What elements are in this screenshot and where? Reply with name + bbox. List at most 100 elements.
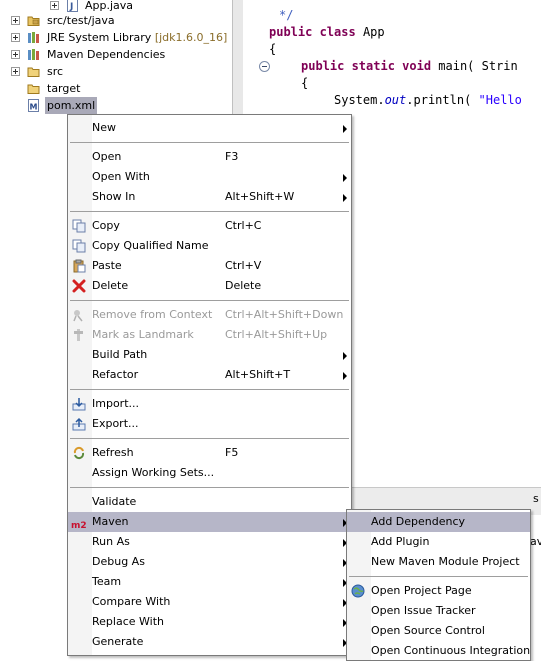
collapse-icon[interactable] (259, 61, 270, 72)
menu-item-replace-with[interactable]: Replace With (68, 612, 351, 632)
tree-item-label: JRE System Library (47, 31, 152, 44)
menu-separator (70, 211, 349, 212)
copy-icon (72, 219, 86, 233)
menu-item-delete[interactable]: Delete Delete (68, 276, 351, 296)
paste-icon (73, 259, 86, 273)
menu-label: Delete (92, 279, 129, 292)
menu-item-open-source-control[interactable]: Open Source Control (347, 621, 530, 641)
menu-label: Add Plugin (371, 535, 430, 548)
menu-label: Team (92, 575, 122, 588)
menu-item-copy[interactable]: Copy Ctrl+C (68, 216, 351, 236)
library-icon (28, 32, 39, 43)
code-comment-end: */ (279, 8, 294, 22)
code-keyword: public static void (301, 59, 432, 73)
menu-label: Add Dependency (371, 515, 466, 528)
tree-item-label: target (47, 82, 81, 95)
menu-item-show-in[interactable]: Show In Alt+Shift+W (68, 187, 351, 207)
tree-item-target[interactable]: target (0, 80, 232, 97)
jdk-version-decoration: [jdk1.6.0_16] (154, 31, 228, 44)
menu-label: Run As (92, 535, 130, 548)
expand-icon[interactable] (50, 1, 59, 10)
import-icon (72, 398, 86, 411)
package-folder-icon (27, 16, 40, 26)
menu-item-compare-with[interactable]: Compare With (68, 592, 351, 612)
tree-item-src-test-java[interactable]: src/test/java (0, 12, 232, 29)
menu-label: Replace With (92, 615, 164, 628)
menu-label: Debug As (92, 555, 145, 568)
menu-item-copy-qualified-name[interactable]: Copy Qualified Name (68, 236, 351, 256)
menu-item-maven[interactable]: m2 Maven (68, 512, 351, 532)
menu-item-assign-working-sets[interactable]: Assign Working Sets... (68, 463, 351, 483)
menu-label: Generate (92, 635, 144, 648)
menu-accelerator: Ctrl+Alt+Shift+Down (225, 308, 344, 321)
expand-icon[interactable] (11, 33, 20, 42)
menu-item-validate[interactable]: Validate (68, 492, 351, 512)
code-println-call: .println( (406, 93, 479, 107)
menu-item-add-dependency[interactable]: Add Dependency (347, 512, 530, 532)
menu-label: Remove from Context (92, 308, 213, 321)
maven-submenu: Add Dependency Add Plugin New Maven Modu… (346, 509, 531, 661)
menu-label: Open Issue Tracker (371, 604, 476, 617)
menu-item-paste[interactable]: Paste Ctrl+V (68, 256, 351, 276)
menu-item-open-project-page[interactable]: Open Project Page (347, 581, 530, 601)
menu-item-open[interactable]: Open F3 (68, 147, 351, 167)
folder-icon (27, 84, 40, 94)
expand-icon[interactable] (11, 50, 20, 59)
menu-separator (70, 389, 349, 390)
menu-item-add-plugin[interactable]: Add Plugin (347, 532, 530, 552)
menu-item-debug-as[interactable]: Debug As (68, 552, 351, 572)
menu-label: Open Continuous Integration (371, 644, 531, 657)
context-menu: New Open F3 Open With Show In Alt+Shift+… (67, 114, 352, 656)
menu-label: Refactor (92, 368, 139, 381)
delete-icon (72, 279, 86, 293)
expand-icon[interactable] (11, 67, 20, 76)
menu-accelerator: Alt+Shift+T (225, 368, 291, 381)
tree-item-src[interactable]: src (0, 63, 232, 80)
tree-item-label: src/test/java (47, 14, 115, 27)
menu-item-refresh[interactable]: Refresh F5 (68, 443, 351, 463)
code-class-name: App (362, 25, 385, 39)
menu-label: Copy (92, 219, 120, 232)
menu-item-generate[interactable]: Generate (68, 632, 351, 652)
menu-item-export[interactable]: Export... (68, 414, 351, 434)
menu-separator (70, 300, 349, 301)
menu-item-new-maven-module[interactable]: New Maven Module Project (347, 552, 530, 572)
menu-accelerator: Ctrl+V (225, 259, 262, 272)
menu-label: Open Project Page (371, 584, 472, 597)
menu-label: Build Path (92, 348, 148, 361)
menu-item-run-as[interactable]: Run As (68, 532, 351, 552)
menu-item-new[interactable]: New (68, 118, 351, 138)
menu-item-import[interactable]: Import... (68, 394, 351, 414)
menu-accelerator: Ctrl+C (225, 219, 262, 232)
maven-pom-icon: M (28, 99, 39, 112)
menu-accelerator: F3 (225, 150, 239, 163)
svg-text:J: J (69, 2, 73, 12)
menu-item-build-path[interactable]: Build Path (68, 345, 351, 365)
remove-context-icon (73, 310, 83, 322)
menu-accelerator: Alt+Shift+W (225, 190, 295, 203)
tree-item-pom-xml[interactable]: M pom.xml (0, 97, 232, 114)
menu-label: Copy Qualified Name (92, 239, 209, 252)
menu-item-remove-from-context: Remove from Context Ctrl+Alt+Shift+Down (68, 305, 351, 325)
menu-separator (70, 487, 349, 488)
menu-accelerator: Delete (225, 279, 262, 292)
bottom-tab-fragment[interactable]: s (533, 492, 539, 505)
code-system: System. (334, 93, 385, 107)
menu-label: Open With (92, 170, 150, 183)
menu-item-open-with[interactable]: Open With (68, 167, 351, 187)
tree-item-jre-library[interactable]: JRE System Library [jdk1.6.0_16] (0, 29, 232, 46)
menu-label: Open (92, 150, 122, 163)
menu-item-refactor[interactable]: Refactor Alt+Shift+T (68, 365, 351, 385)
tree-item-maven-dependencies[interactable]: Maven Dependencies (0, 46, 232, 63)
tree-item-label: Maven Dependencies (47, 48, 166, 61)
export-icon (72, 417, 86, 431)
code-method-signature: main( Strin (438, 59, 518, 73)
menu-accelerator: F5 (225, 446, 239, 459)
expand-icon[interactable] (11, 16, 20, 25)
menu-label: Show In (92, 190, 136, 203)
menu-item-open-continuous-integration[interactable]: Open Continuous Integration (347, 641, 530, 661)
menu-item-open-issue-tracker[interactable]: Open Issue Tracker (347, 601, 530, 621)
tree-item-label: pom.xml (45, 97, 98, 114)
code-string: "Hello (478, 93, 522, 107)
menu-item-team[interactable]: Team (68, 572, 351, 592)
